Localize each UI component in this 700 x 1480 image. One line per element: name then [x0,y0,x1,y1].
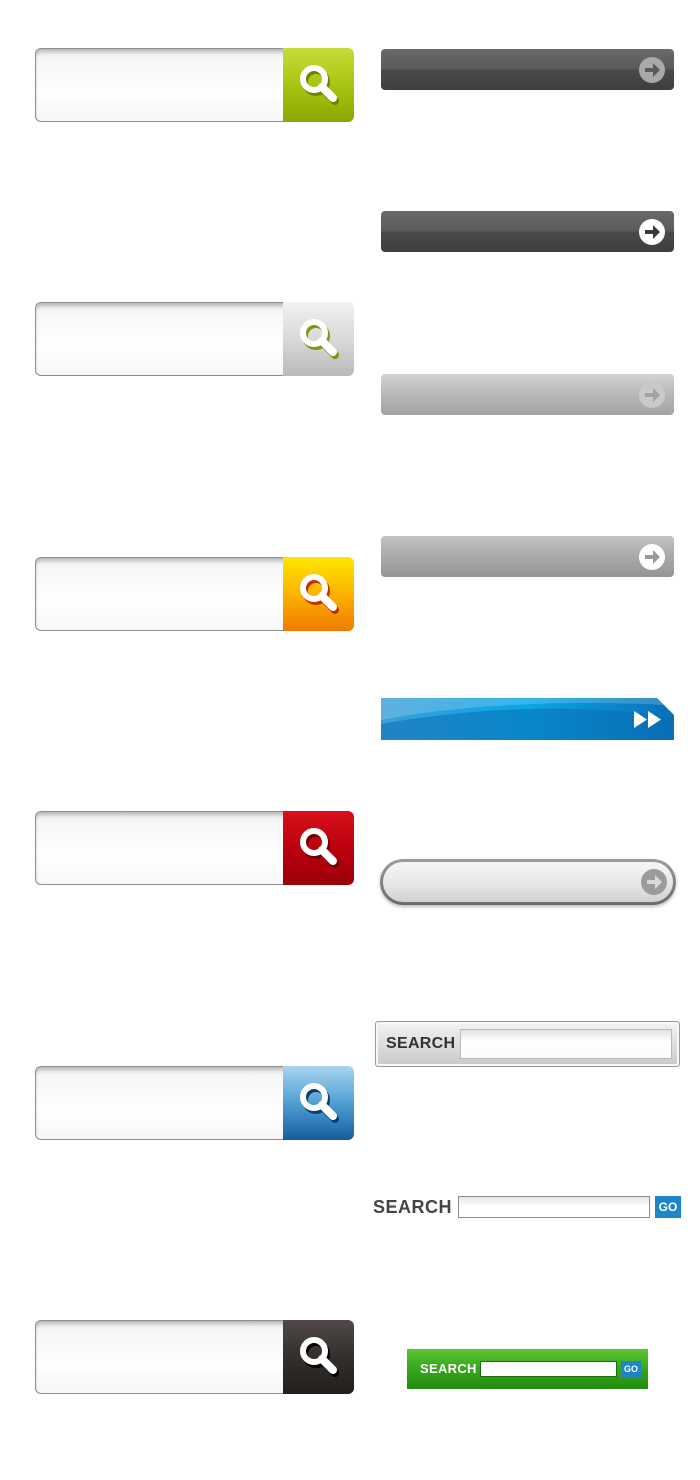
magnifier-icon [299,828,339,868]
pill-search-bar[interactable] [380,859,676,905]
search-button[interactable] [283,48,354,122]
search-box-black [35,1320,354,1394]
blue-search-bar[interactable] [381,698,674,740]
magnifier-icon [299,1337,339,1377]
magnifier-icon [299,574,339,614]
search-input[interactable] [458,1196,650,1218]
search-label: SEARCH [373,1197,453,1217]
magnifier-icon [299,319,339,359]
arrow-right-icon[interactable] [640,868,668,896]
dark-search-bar[interactable] [381,211,674,252]
search-input[interactable] [35,811,287,885]
arrow-right-icon[interactable] [638,56,666,84]
search-box-red [35,811,354,885]
arrow-right-icon[interactable] [638,218,666,246]
search-box-silver [35,302,354,376]
search-label: SEARCH [386,1035,456,1052]
labelled-search-bar-silver: SEARCH [375,1021,680,1067]
search-input[interactable] [35,302,287,376]
arrow-right-icon[interactable] [638,381,666,409]
search-button[interactable] [283,811,354,885]
double-arrow-icon[interactable] [634,711,664,728]
arrow-right-icon[interactable] [638,543,666,571]
search-button[interactable] [283,1066,354,1140]
grey-search-bar[interactable] [381,374,674,415]
search-input[interactable] [35,1066,287,1140]
search-input[interactable] [35,557,287,631]
search-box-blue [35,1066,354,1140]
dark-search-bar[interactable] [381,49,674,90]
search-input[interactable] [480,1361,617,1377]
search-button[interactable] [283,1320,354,1394]
magnifier-icon [299,1083,339,1123]
pill-search-input[interactable] [383,862,673,902]
labelled-search-bar-green: SEARCH GO [407,1349,648,1389]
blue-bar-shape [381,698,674,740]
search-button[interactable] [283,557,354,631]
search-input[interactable] [460,1029,672,1059]
grey-search-bar[interactable] [381,536,674,577]
search-label: SEARCH [420,1361,477,1376]
search-button[interactable] [283,302,354,376]
search-box-green [35,48,354,122]
search-input[interactable] [35,1320,287,1394]
go-button[interactable]: GO [655,1196,681,1218]
go-button[interactable]: GO [621,1361,641,1377]
search-box-orange [35,557,354,631]
search-input[interactable] [35,48,287,122]
magnifier-icon [299,65,339,105]
